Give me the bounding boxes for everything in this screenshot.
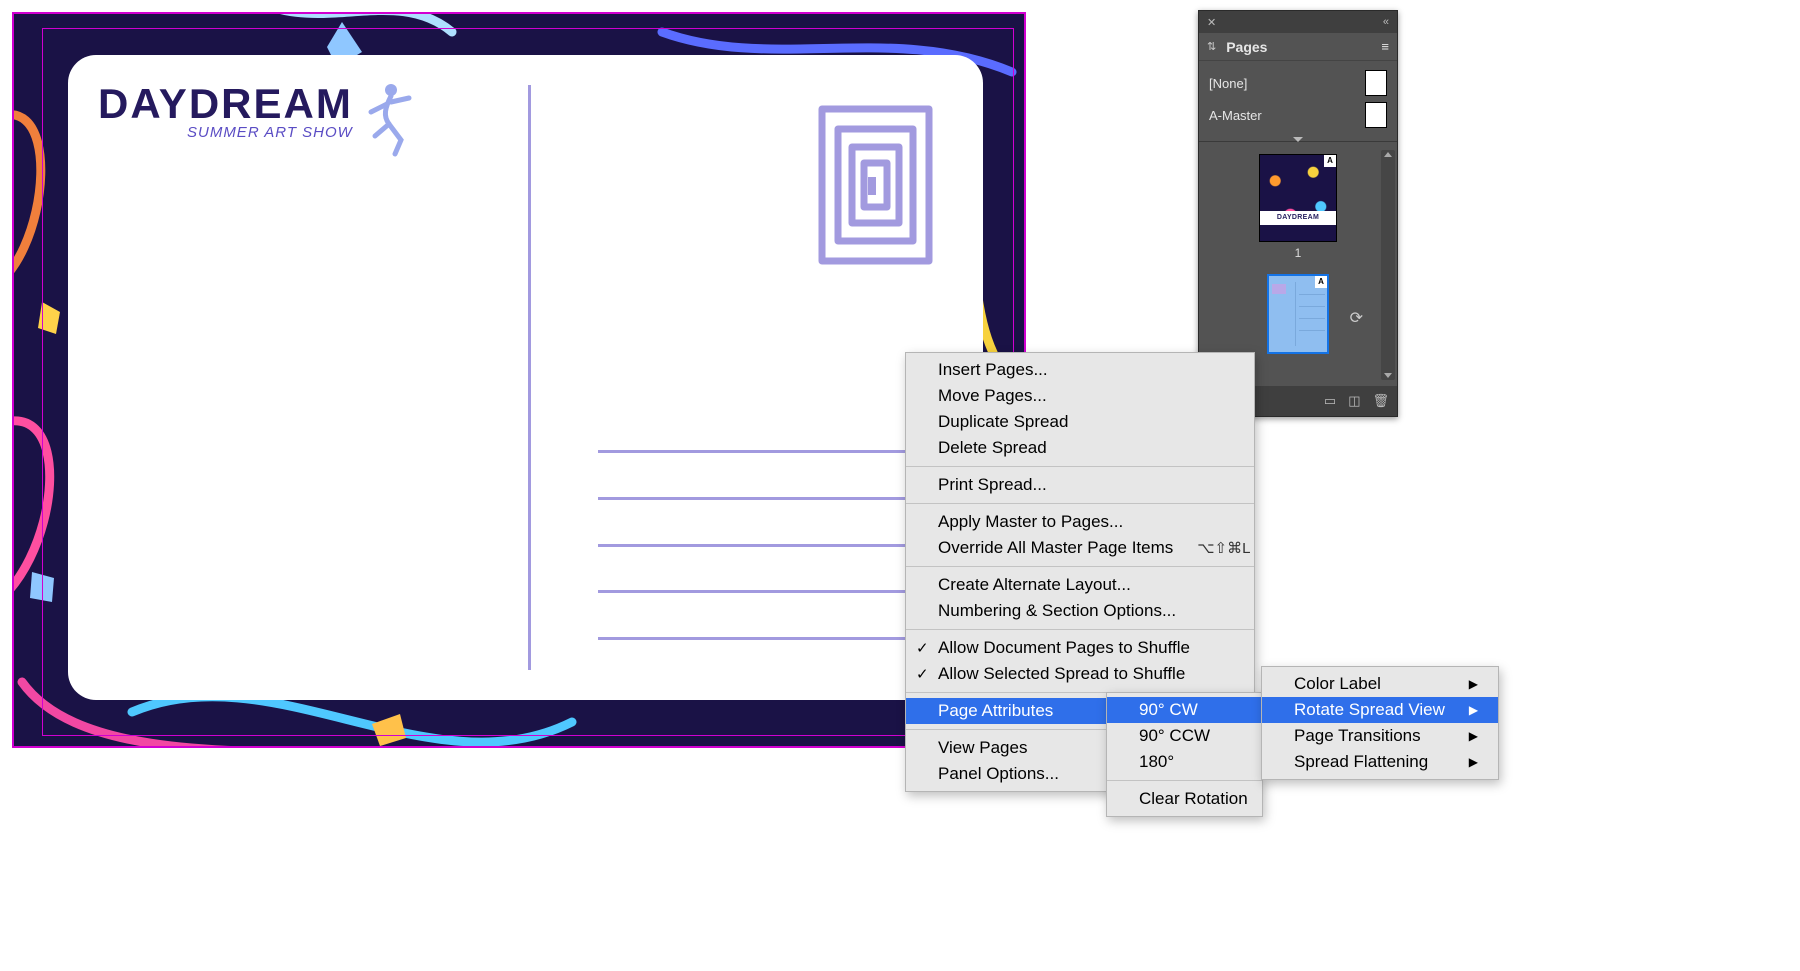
menu-item-color-label[interactable]: Color Label ▶ [1262,671,1498,697]
document-canvas[interactable]: DAYDREAM SUMMER ART SHOW [0,0,1038,760]
menu-item-label: Panel Options... [938,764,1059,784]
submenu-page-attributes[interactable]: Color Label▶Rotate Spread View▶Page Tran… [1261,666,1499,780]
panel-header: ⇅ Pages ≡ [1199,33,1397,61]
logo-figure-icon [361,80,421,158]
master-thumb[interactable] [1365,102,1387,128]
menu-item-label: Apply Master to Pages... [938,512,1123,532]
menu-item-label: Delete Spread [938,438,1047,458]
submenu-arrow-icon: ▶ [1469,755,1478,769]
menu-item-label: Rotate Spread View [1294,700,1445,720]
menu-item-label: Spread Flattening [1294,752,1428,772]
expand-toggle-icon[interactable]: ⇅ [1207,40,1216,53]
menu-item-allow-document-pages-to-shuffle[interactable]: Allow Document Pages to Shuffle [906,635,1254,661]
menu-item-90-cw[interactable]: 90° CW [1107,697,1262,723]
menu-item-label: Color Label [1294,674,1381,694]
postcard-divider [528,85,531,670]
menu-item-label: Allow Document Pages to Shuffle [938,638,1190,658]
master-label: A-Master [1209,108,1262,123]
master-badge: A [1324,155,1336,167]
scrollbar[interactable] [1381,150,1395,380]
thumb-strip: DAYDREAM [1260,211,1336,225]
menu-item-180[interactable]: 180° [1107,749,1262,775]
logo-tagline: SUMMER ART SHOW [187,124,353,141]
menu-item-label: Duplicate Spread [938,412,1068,432]
postcard-back[interactable]: DAYDREAM SUMMER ART SHOW [68,55,983,700]
pages-section[interactable]: A DAYDREAM 1 A ⟳ [1199,146,1397,386]
menu-item-label: Page Transitions [1294,726,1421,746]
master-badge: A [1315,276,1327,288]
submenu-arrow-icon: ▶ [1469,729,1478,743]
menu-separator [906,466,1254,467]
logo: DAYDREAM SUMMER ART SHOW [98,80,421,158]
close-icon[interactable]: ✕ [1207,16,1216,29]
menu-item-create-alternate-layout[interactable]: Create Alternate Layout... [906,572,1254,598]
panel-menu-icon[interactable]: ≡ [1381,39,1389,54]
page-thumb-1[interactable]: A DAYDREAM [1259,154,1337,242]
menu-separator [906,503,1254,504]
stamp-placeholder-icon [818,105,933,265]
master-thumb[interactable] [1365,70,1387,96]
menu-item-label: Insert Pages... [938,360,1048,380]
layout-icon[interactable]: ▭ [1324,393,1336,409]
menu-item-label: View Pages [938,738,1027,758]
menu-item-delete-spread[interactable]: Delete Spread [906,435,1254,461]
menu-item-duplicate-spread[interactable]: Duplicate Spread [906,409,1254,435]
rotate-indicator-icon: ⟳ [1350,308,1363,328]
menu-item-apply-master-to-pages[interactable]: Apply Master to Pages... [906,509,1254,535]
menu-separator [1107,780,1262,781]
master-row-none[interactable]: [None] [1209,67,1387,99]
menu-item-rotate-spread-view[interactable]: Rotate Spread View ▶ [1262,697,1498,723]
menu-item-shortcut: ⌥⇧⌘L [1197,539,1250,557]
menu-item-label: Numbering & Section Options... [938,601,1176,621]
menu-item-insert-pages[interactable]: Insert Pages... [906,357,1254,383]
menu-item-label: Print Spread... [938,475,1047,495]
menu-separator [906,629,1254,630]
menu-item-override-all-master-page-items[interactable]: Override All Master Page Items ⌥⇧⌘L [906,535,1254,561]
submenu-arrow-icon: ▶ [1469,703,1478,717]
menu-item-label: Create Alternate Layout... [938,575,1131,595]
masters-section[interactable]: [None] A-Master [1199,61,1397,137]
logo-wordmark: DAYDREAM [98,80,353,128]
menu-item-label: Clear Rotation [1139,789,1248,809]
menu-item-page-transitions[interactable]: Page Transitions ▶ [1262,723,1498,749]
menu-item-label: 180° [1139,752,1174,772]
page-thumb-2[interactable]: A [1267,274,1329,354]
menu-separator [906,566,1254,567]
menu-item-numbering-section-options[interactable]: Numbering & Section Options... [906,598,1254,624]
menu-item-label: 90° CW [1139,700,1198,720]
menu-item-print-spread[interactable]: Print Spread... [906,472,1254,498]
menu-item-move-pages[interactable]: Move Pages... [906,383,1254,409]
menu-item-label: Override All Master Page Items [938,538,1173,558]
panel-tabbar[interactable]: ✕ « [1199,11,1397,33]
panel-title: Pages [1226,39,1267,55]
submenu-arrow-icon: ▶ [1469,677,1478,691]
menu-item-allow-selected-spread-to-shuffle[interactable]: Allow Selected Spread to Shuffle [906,661,1254,687]
menu-item-label: Allow Selected Spread to Shuffle [938,664,1185,684]
section-divider [1199,141,1397,142]
menu-item-label: 90° CCW [1139,726,1210,746]
menu-item-label: Page Attributes [938,701,1053,721]
new-page-icon[interactable]: ◫ [1348,393,1360,409]
submenu-rotate-spread[interactable]: 90° CW 90° CCW 180° Clear Rotation [1106,692,1263,817]
menu-item-90-ccw[interactable]: 90° CCW [1107,723,1262,749]
menu-item-spread-flattening[interactable]: Spread Flattening ▶ [1262,749,1498,775]
collapse-icon[interactable]: « [1383,16,1389,28]
menu-item-label: Move Pages... [938,386,1047,406]
master-label: [None] [1209,76,1247,91]
trash-icon[interactable]: 🗑 [1372,393,1389,409]
master-row-a[interactable]: A-Master [1209,99,1387,131]
page-number-label: 1 [1199,246,1397,260]
menu-item-clear-rotation[interactable]: Clear Rotation [1107,786,1262,812]
